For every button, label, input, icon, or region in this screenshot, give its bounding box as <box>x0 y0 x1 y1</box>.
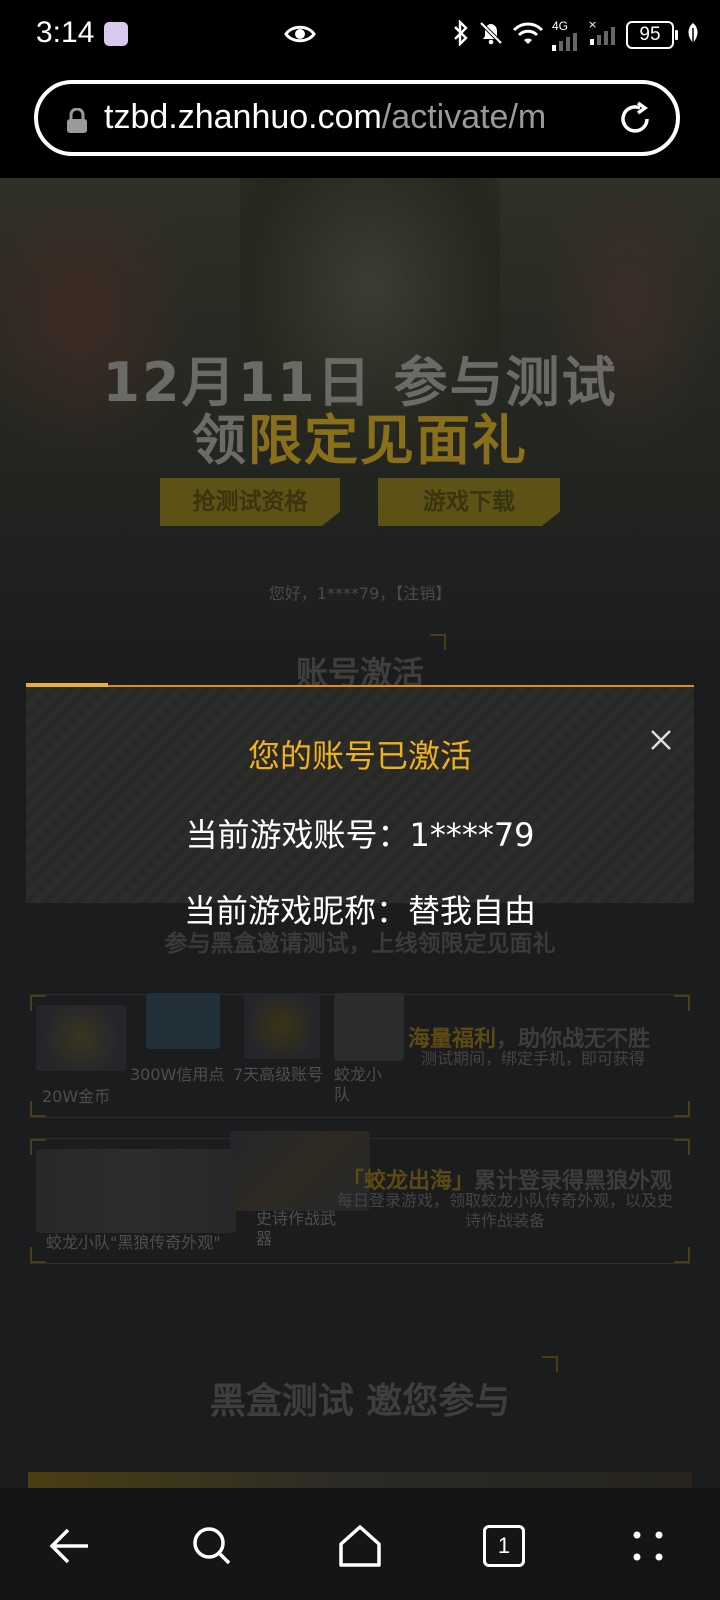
current-account-text: 当前游戏账号：1****79 <box>185 816 535 854</box>
url-host: tzbd.zhanhuo.com <box>104 98 382 136</box>
game-download-button[interactable]: 游戏下载 <box>378 478 560 526</box>
current-nickname-text: 当前游戏昵称：替我自由 <box>183 892 536 930</box>
reward-item-label: 20W金币 <box>42 1087 111 1106</box>
browser-toolbar: tzbd.zhanhuo.com/activate/m <box>0 72 720 178</box>
credit-card-image <box>146 993 220 1049</box>
reward-item-label: 蛟龙小队 <box>334 1065 383 1104</box>
corner-decoration <box>674 995 690 1011</box>
address-bar[interactable]: tzbd.zhanhuo.com/activate/m <box>34 80 680 156</box>
home-button[interactable] <box>328 1514 392 1578</box>
reward-item-label: 蛟龙小队"黑狼传奇外观" <box>46 1233 221 1252</box>
signal-4g: 4G <box>552 19 580 51</box>
browser-bottom-bar: 1 <box>0 1488 720 1600</box>
corner-decoration <box>542 1356 558 1372</box>
gold-coins-image <box>36 1005 126 1071</box>
close-icon[interactable] <box>646 725 676 755</box>
dialog-accent-bar <box>26 683 108 687</box>
reward-item-label: 300W信用点 <box>130 1065 225 1084</box>
url-text[interactable]: tzbd.zhanhuo.com/activate/m <box>104 98 574 137</box>
menu-button[interactable] <box>616 1514 680 1578</box>
hero-banner: 12月11日 参与测试 领限定见面礼 抢测试资格 游戏下载 您好，1****79… <box>0 178 720 638</box>
headline-line2-prefix: 领 <box>192 409 248 472</box>
get-test-qualification-button[interactable]: 抢测试资格 <box>160 478 340 526</box>
network-type-label: 4G <box>552 19 569 33</box>
tab-count: 1 <box>483 1525 525 1567</box>
back-button[interactable] <box>38 1514 102 1578</box>
squad-soldier-image <box>334 993 404 1061</box>
status-bar: 3:14 4G × 95 <box>0 0 720 72</box>
back-arrow-icon <box>49 1528 88 1564</box>
more-menu-icon <box>633 1531 663 1561</box>
headline-line2: 领限定见面礼 <box>0 396 720 475</box>
status-time: 3:14 <box>36 16 95 49</box>
section-title-black-box: 黑盒测试 邀您参与 <box>209 1381 511 1422</box>
wifi-icon <box>512 20 544 50</box>
headline-line2-gold: 限定见面礼 <box>248 409 528 472</box>
app-notification-icon <box>104 22 128 46</box>
signal-icon: × <box>588 18 618 51</box>
search-button[interactable] <box>180 1514 244 1578</box>
rewards-box-welfare: 20W金币 300W信用点 7天高级账号 蛟龙小队 海量福利，助你战无不胜 测试… <box>30 993 690 1118</box>
premium-account-wings-image <box>244 993 320 1059</box>
corner-decoration <box>674 1101 690 1117</box>
search-icon <box>193 1527 231 1565</box>
reload-icon[interactable] <box>616 100 654 142</box>
leaf-icon <box>686 22 700 48</box>
svg-text:×: × <box>588 19 597 31</box>
lock-icon <box>66 107 88 138</box>
bottom-banner-strip <box>28 1472 692 1488</box>
signal-icon <box>552 33 577 51</box>
corner-decoration <box>30 1247 46 1263</box>
user-greeting[interactable]: 您好，1****79，【注销】 <box>0 580 720 604</box>
tabs-button[interactable]: 1 <box>472 1514 536 1578</box>
mute-icon <box>478 20 504 50</box>
eye-icon <box>284 22 316 50</box>
rewards-description: 测试期间，绑定手机，即可获得 <box>420 1049 645 1068</box>
dialog-title: 您的账号已激活 <box>247 737 472 775</box>
rewards-box-dragon: 蛟龙小队"黑狼传奇外观" 史诗作战武器 「蛟龙出海」累计登录得黑狼外观 每日登录… <box>30 1131 690 1264</box>
reward-item-label: 7天高级账号 <box>233 1065 324 1084</box>
activation-dialog: 您的账号已激活 <box>26 683 694 903</box>
bluetooth-icon <box>452 19 470 50</box>
url-path: /activate/m <box>381 98 547 136</box>
status-icons: 4G × 95 <box>452 18 700 52</box>
corner-decoration <box>674 1247 690 1263</box>
squad-outfit-image <box>36 1149 236 1233</box>
corner-decoration <box>430 634 446 650</box>
corner-decoration <box>674 1139 690 1155</box>
rewards-description: 每日登录游戏，领取蛟龙小队传奇外观，以及史诗作战装备 <box>336 1191 673 1230</box>
reward-item-label: 史诗作战武器 <box>256 1209 337 1248</box>
home-icon <box>339 1525 381 1567</box>
battery-icon: 95 <box>626 21 678 49</box>
